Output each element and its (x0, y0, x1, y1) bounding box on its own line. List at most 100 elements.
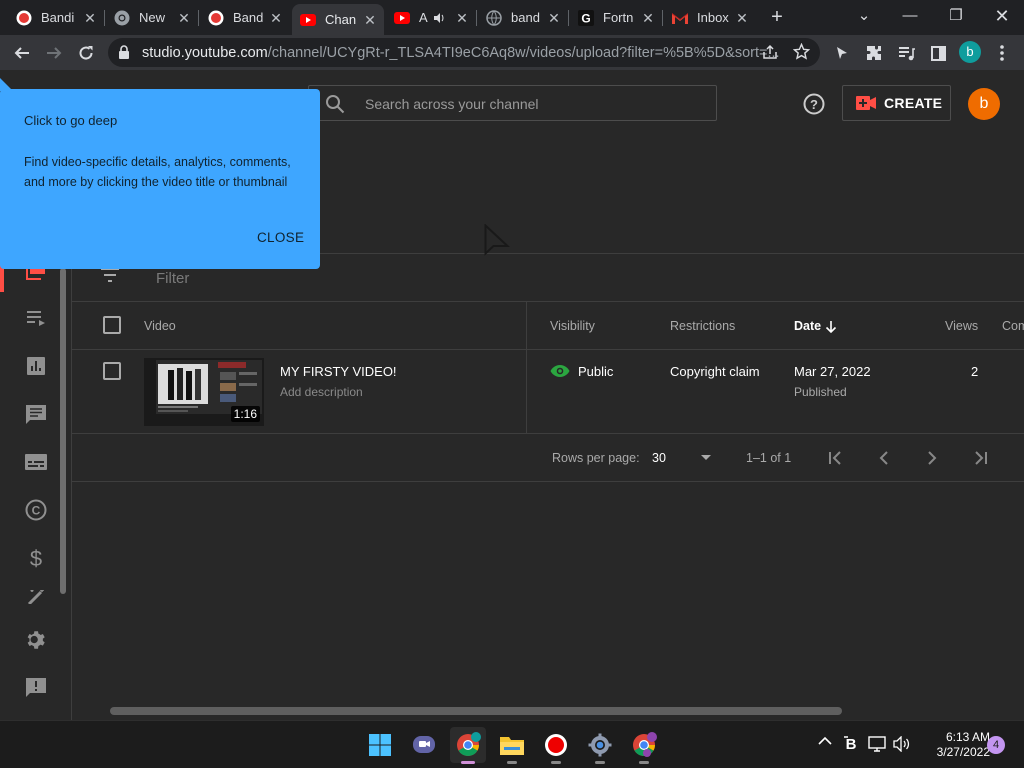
reload-icon (79, 46, 93, 60)
back-button[interactable] (10, 41, 34, 65)
sidebar-item-feedback[interactable] (24, 676, 48, 700)
first-page-icon[interactable] (824, 446, 848, 470)
sidebar-item-analytics[interactable] (24, 354, 48, 378)
browser-tab[interactable]: New ✕ (106, 4, 198, 31)
next-page-icon[interactable] (920, 446, 944, 470)
browser-menu-icon[interactable] (990, 41, 1014, 65)
col-restrictions[interactable]: Restrictions (670, 319, 735, 333)
svg-text:G: G (581, 11, 590, 25)
filter-icon[interactable] (100, 268, 120, 282)
close-window-button[interactable]: ✕ (988, 4, 1016, 28)
last-page-icon[interactable] (968, 446, 992, 470)
horizontal-scrollbar[interactable] (110, 707, 842, 715)
prev-page-icon[interactable] (872, 446, 896, 470)
share-icon[interactable] (762, 44, 778, 60)
taskbar-bandicam[interactable] (538, 727, 574, 764)
sidebar-item-monetization[interactable]: $ (24, 546, 48, 570)
minimize-button[interactable]: — (896, 4, 924, 28)
network-icon[interactable] (868, 736, 886, 752)
close-tab-icon[interactable]: ✕ (362, 12, 378, 28)
browser-tab[interactable]: A ✕ (386, 4, 476, 31)
tooltip-close-button[interactable]: CLOSE (257, 230, 304, 245)
filter-placeholder: Filter (156, 270, 190, 287)
search-input[interactable]: Search across your channel (308, 85, 717, 121)
url-text[interactable]: studio.youtube.com/channel/UCYgRt-r_TLSA… (142, 45, 780, 61)
browser-tab[interactable]: Inbox ✕ (664, 4, 756, 31)
address-bar[interactable]: studio.youtube.com/channel/UCYgRt-r_TLSA… (108, 38, 820, 67)
restrictions-status[interactable]: Copyright claim (670, 364, 760, 379)
taskbar-chrome[interactable] (450, 727, 486, 764)
clock-date: 3/27/2022 (936, 745, 990, 759)
fortnite-icon: G (578, 9, 594, 26)
close-tab-icon[interactable]: ✕ (268, 10, 284, 26)
bandicam-tray-icon[interactable]: B (843, 735, 859, 751)
extension-cursor-icon[interactable] (830, 41, 854, 65)
start-button[interactable] (362, 727, 398, 763)
rows-per-page-label: Rows per page: (552, 451, 640, 465)
visibility-status[interactable]: Public (578, 364, 613, 379)
browser-tab-strip: Bandi ✕ New ✕ Band ✕ Chan ✕ A ✕ band ✕ G… (0, 0, 1024, 35)
side-panel-icon[interactable] (926, 41, 950, 65)
file-explorer-icon[interactable] (494, 727, 530, 764)
browser-tab[interactable]: Band ✕ (200, 4, 290, 31)
col-comments[interactable]: Com (1002, 319, 1024, 333)
youtube-icon (394, 10, 410, 26)
lock-icon[interactable] (118, 45, 130, 60)
tab-search-icon[interactable]: ⌄ (850, 4, 878, 28)
running-indicator (507, 761, 517, 764)
extensions-puzzle-icon[interactable] (862, 41, 886, 65)
taskbar-clock[interactable]: 6:13 AM 3/27/2022 (920, 730, 990, 760)
sidebar-item-subtitles[interactable] (24, 450, 48, 474)
speaker-icon[interactable] (433, 12, 454, 24)
col-date[interactable]: Date (794, 319, 821, 333)
dropdown-arrow-icon[interactable] (701, 455, 711, 460)
sidebar-item-playlists[interactable] (24, 306, 48, 330)
create-button[interactable]: CREATE (842, 85, 951, 121)
close-tab-icon[interactable]: ✕ (546, 10, 562, 26)
close-tab-icon[interactable]: ✕ (734, 10, 750, 26)
taskbar-settings[interactable] (582, 727, 618, 764)
taskbar-chrome-profile[interactable] (626, 727, 662, 764)
windows-taskbar: B 6:13 AM 3/27/2022 4 (0, 720, 1024, 768)
video-title[interactable]: MY FIRSTY VIDEO! (280, 364, 397, 379)
close-tab-icon[interactable]: ✕ (82, 10, 98, 26)
col-visibility[interactable]: Visibility (550, 319, 595, 333)
close-tab-icon[interactable]: ✕ (454, 10, 470, 26)
browser-tab-active[interactable]: Chan ✕ (292, 4, 384, 35)
bookmark-star-icon[interactable] (793, 43, 810, 60)
select-all-checkbox[interactable] (103, 316, 121, 334)
sidebar-item-copyright[interactable]: C (24, 498, 48, 522)
sort-arrow-down-icon[interactable] (825, 320, 837, 333)
analytics-icon (27, 357, 45, 375)
restore-button[interactable]: ❐ (942, 4, 970, 28)
volume-icon[interactable] (893, 736, 911, 752)
pagination-bar: Rows per page: 30 1–1 of 1 (72, 434, 1024, 482)
tray-overflow-icon[interactable] (818, 736, 832, 746)
video-date: Mar 27, 2022 (794, 364, 871, 379)
row-checkbox[interactable] (103, 362, 121, 380)
channel-avatar[interactable]: b (968, 88, 1000, 120)
browser-tab[interactable]: band ✕ (478, 4, 568, 31)
close-tab-icon[interactable]: ✕ (176, 10, 192, 26)
new-tab-button[interactable]: + (766, 7, 788, 29)
video-thumbnail[interactable]: 1:16 (144, 358, 264, 426)
col-views[interactable]: Views (945, 319, 978, 333)
browser-tab[interactable]: G Fortn ✕ (570, 4, 662, 31)
notification-badge[interactable]: 4 (987, 736, 1005, 754)
close-tab-icon[interactable]: ✕ (640, 10, 656, 26)
table-row[interactable]: 1:16 MY FIRSTY VIDEO! Add description Pu… (72, 350, 1024, 434)
browser-tab[interactable]: Bandi ✕ (8, 4, 104, 31)
help-icon[interactable]: ? (802, 92, 826, 116)
sidebar-item-comments[interactable] (24, 402, 48, 426)
video-description[interactable]: Add description (280, 385, 363, 399)
forward-button[interactable] (42, 41, 66, 65)
reload-button[interactable] (74, 41, 98, 65)
rows-per-page-select[interactable]: 30 (652, 451, 666, 465)
gmail-icon (672, 10, 688, 26)
media-queue-icon[interactable] (894, 41, 918, 65)
sidebar-item-customization[interactable] (24, 590, 48, 604)
browser-profile-avatar[interactable]: b (959, 41, 981, 63)
sidebar-item-settings[interactable] (24, 628, 48, 652)
teams-chat-icon[interactable] (406, 727, 442, 763)
sidebar-scrollbar[interactable] (60, 268, 66, 594)
